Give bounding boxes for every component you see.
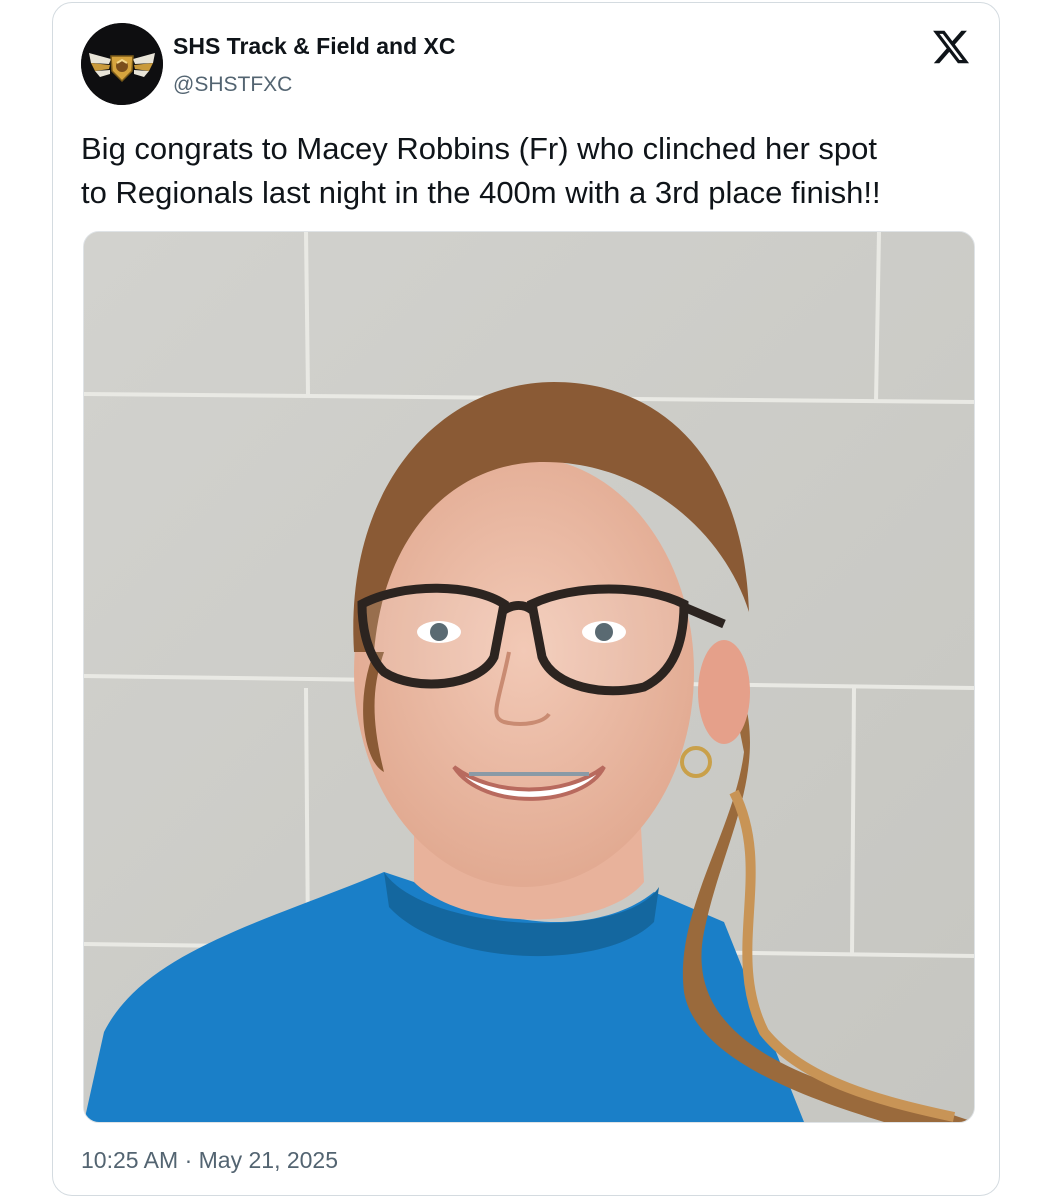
photo-illustration xyxy=(84,232,974,1122)
tweet-photo[interactable] xyxy=(83,231,975,1123)
user-handle[interactable]: @SHSTFXC xyxy=(173,73,292,97)
tweet-text: Big congrats to Macey Robbins (Fr) who c… xyxy=(81,131,881,210)
winged-mascot-icon xyxy=(81,23,163,105)
x-logo-icon[interactable] xyxy=(931,27,971,67)
tweet-date: May 21, 2025 xyxy=(198,1147,339,1173)
tweet-time: 10:25 AM xyxy=(81,1147,179,1173)
avatar[interactable] xyxy=(81,23,163,105)
tweet-card: SHS Track & Field and XC @SHSTFXC Big co… xyxy=(52,2,1000,1196)
timestamp-separator: · xyxy=(184,1147,193,1173)
display-name[interactable]: SHS Track & Field and XC xyxy=(173,33,455,60)
tweet-timestamp[interactable]: 10:25 AM · May 21, 2025 xyxy=(81,1147,338,1174)
